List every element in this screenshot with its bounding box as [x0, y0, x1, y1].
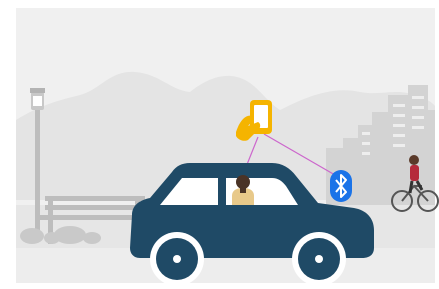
bluetooth-icon: [330, 170, 352, 202]
scene-illustration: [16, 8, 439, 286]
front-wheel: [150, 232, 204, 286]
rear-wheel: [292, 232, 346, 286]
car-pillar: [218, 176, 226, 207]
